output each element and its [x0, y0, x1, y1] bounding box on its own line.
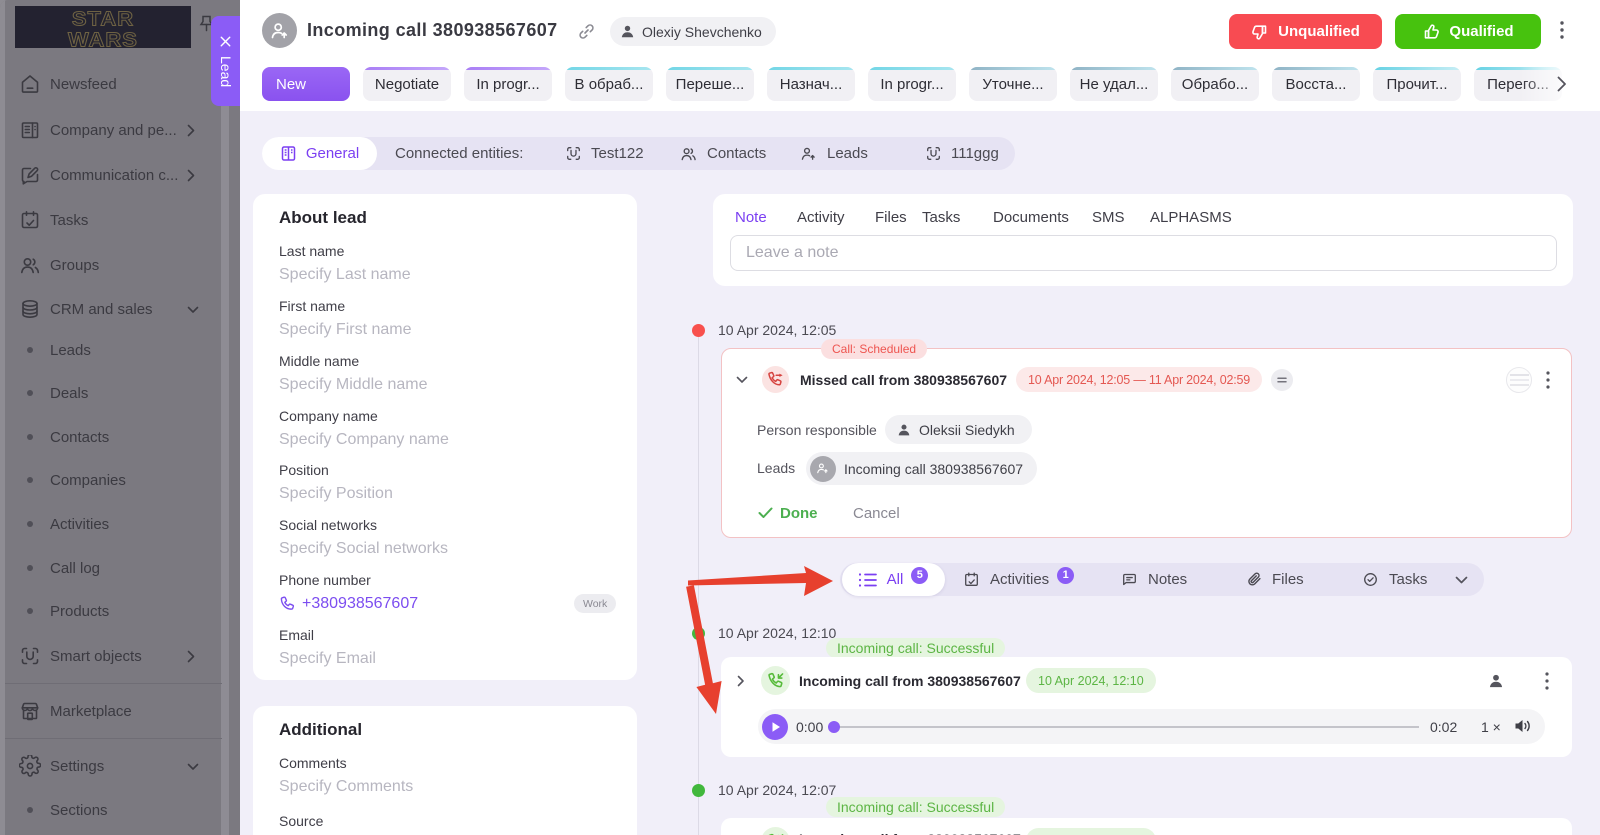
svg-text:STAR: STAR: [72, 8, 134, 30]
svg-text:WARS: WARS: [68, 29, 138, 48]
